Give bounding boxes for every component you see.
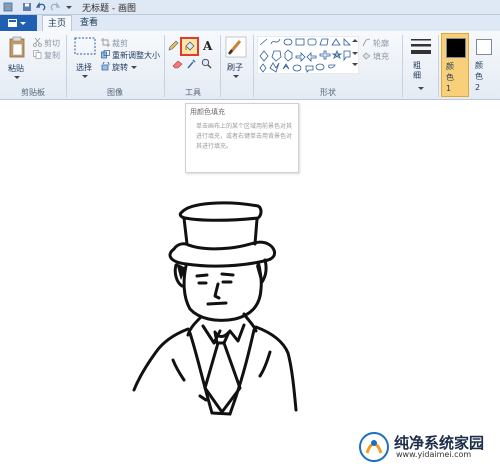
rotate-button[interactable]: 旋转 (112, 62, 128, 73)
shapes-gallery[interactable] (257, 36, 359, 74)
clipboard-group-label: 剪贴板 (21, 88, 45, 97)
ribbon-separator (66, 35, 67, 97)
eraser-icon[interactable] (172, 59, 183, 69)
select-icon[interactable] (74, 37, 96, 55)
file-menu-button[interactable] (0, 15, 37, 31)
color2-swatch (476, 39, 492, 55)
paint-bucket-icon (185, 41, 195, 51)
paste-dropdown-icon[interactable] (14, 76, 20, 80)
brushes-button[interactable]: 刷子 (227, 62, 243, 73)
copy-icon (33, 50, 42, 59)
ribbon-separator (253, 35, 254, 97)
cut-button[interactable]: 剪切 (44, 38, 60, 49)
watermark-logo-icon (359, 432, 389, 462)
tab-home[interactable]: 主页 (42, 15, 72, 32)
select-button[interactable]: 选择 (76, 62, 92, 73)
undo-icon[interactable] (36, 2, 46, 12)
color2-label: 颜色 2 (475, 61, 483, 92)
ribbon-separator (402, 35, 403, 97)
resize-button[interactable]: 重新调整大小 (112, 50, 160, 61)
fill-tooltip: 用颜色填充 单击画布上的某个区域用前景色对其进行填充，或者右键单击用背景色对其进… (185, 103, 299, 173)
resize-icon (101, 50, 110, 59)
image-group-label: 图像 (107, 88, 123, 97)
save-icon[interactable] (22, 2, 32, 12)
crop-icon (101, 38, 110, 47)
text-tool-icon[interactable]: A (202, 39, 213, 51)
watermark: 纯净系统家园 www.yidaimei.com (356, 431, 496, 463)
ribbon-separator (164, 35, 165, 97)
ribbon: 粘贴 剪切 复制 剪贴板 选择 裁剪 重新调整大小 旋转 图像 A 工具 刷子 … (0, 31, 500, 100)
brush-icon[interactable] (224, 35, 248, 59)
tools-group-label: 工具 (185, 88, 201, 97)
brushes-dropdown-icon[interactable] (233, 75, 239, 79)
outline-icon (362, 38, 371, 47)
size-icon[interactable] (410, 38, 432, 58)
title-bar: 无标题 - 画图 (0, 0, 500, 15)
shapes-scroll-icon[interactable] (352, 39, 358, 71)
redo-icon[interactable] (50, 2, 60, 12)
fill-shape-button[interactable]: 填充 (373, 51, 389, 62)
color1-label: 颜色 1 (446, 62, 454, 93)
cut-icon (33, 38, 42, 47)
ribbon-separator (438, 35, 439, 97)
select-dropdown-icon[interactable] (82, 75, 88, 79)
tooltip-body: 单击画布上的某个区域用前景色对其进行填充，或者右键单击用背景色对其进行填充。 (196, 123, 293, 150)
color-picker-icon[interactable] (187, 58, 197, 69)
magnifier-icon[interactable] (201, 58, 212, 69)
size-dropdown-icon[interactable] (418, 87, 424, 91)
paste-button[interactable]: 粘贴 (8, 63, 24, 74)
tooltip-title: 用颜色填充 (190, 108, 225, 116)
tab-view[interactable]: 查看 (76, 15, 102, 31)
shapes-group-label: 形状 (320, 88, 336, 97)
rotate-icon (101, 62, 110, 71)
color1-swatch (446, 38, 466, 58)
paint-app-icon (3, 2, 13, 12)
rotate-dropdown-icon[interactable] (131, 66, 137, 70)
color2-button[interactable]: 颜色 2 (471, 33, 499, 97)
window-title: 无标题 - 画图 (82, 4, 136, 14)
paste-icon[interactable] (8, 36, 26, 58)
crop-button[interactable]: 裁剪 (112, 38, 128, 49)
outline-button[interactable]: 轮廓 (373, 38, 389, 49)
ribbon-tab-row: 主页 查看 (0, 15, 500, 32)
pencil-icon[interactable] (168, 40, 179, 51)
fill-shape-icon (362, 52, 371, 60)
copy-button[interactable]: 复制 (44, 50, 60, 61)
watermark-url: www.yidaimei.com (396, 450, 472, 459)
file-menu-icon (8, 19, 26, 27)
fill-with-color-button[interactable] (180, 37, 199, 56)
color1-button[interactable]: 颜色 1 (441, 33, 469, 97)
customize-dropdown-icon[interactable] (64, 2, 74, 12)
size-button[interactable]: 粗细 (413, 61, 425, 81)
svg-text:A: A (202, 39, 213, 51)
ribbon-separator (220, 35, 221, 97)
